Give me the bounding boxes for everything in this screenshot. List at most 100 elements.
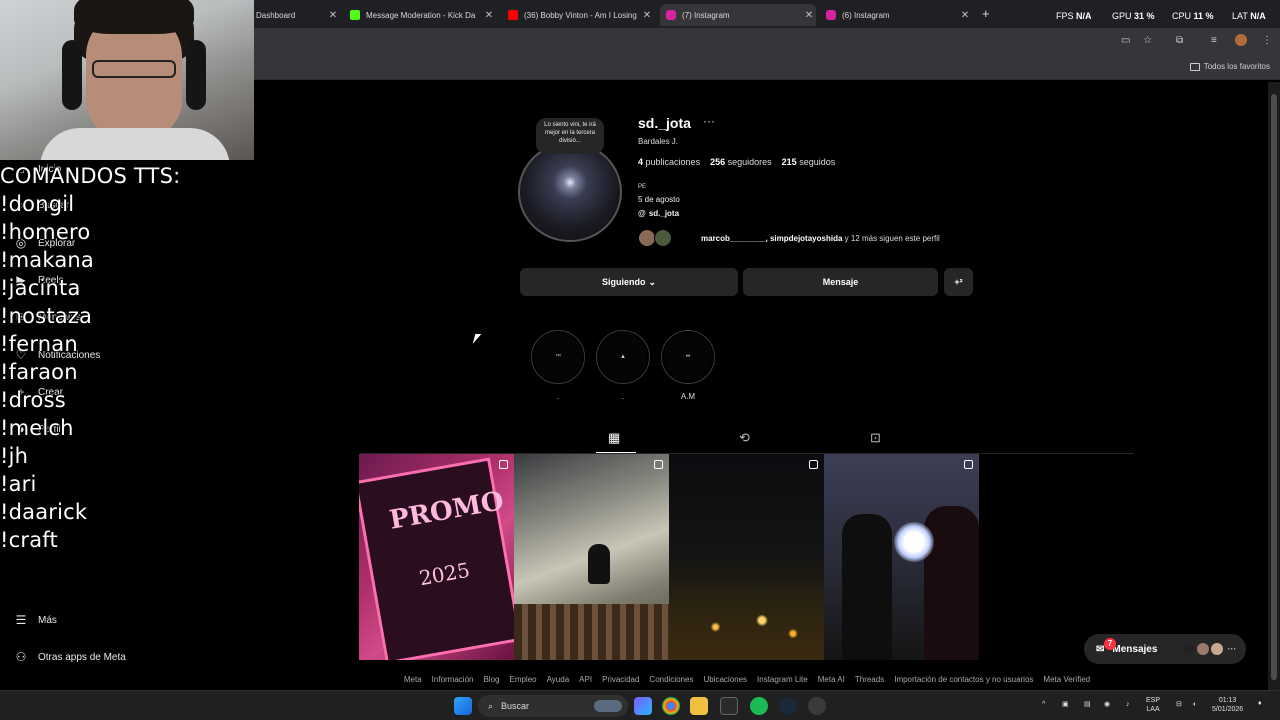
footer-link[interactable]: Ayuda	[547, 675, 570, 684]
options-icon[interactable]: ···	[703, 114, 715, 128]
tab-title: (6) Instagram	[842, 10, 890, 20]
store-icon[interactable]	[720, 697, 738, 715]
notifications-icon[interactable]: ♦	[1258, 699, 1262, 708]
footer-link[interactable]: Importación de contactos y no usuarios	[894, 675, 1033, 684]
tray-app-icon[interactable]: ▤	[1084, 700, 1091, 709]
cpu-value: 11 %	[1193, 11, 1214, 21]
footer-link[interactable]: Información	[432, 675, 474, 684]
clock[interactable]: 01:13 5/01/2026	[1212, 696, 1243, 714]
footer-link[interactable]: Instagram Lite	[757, 675, 808, 684]
spotify-icon[interactable]	[750, 697, 768, 715]
followed-by-names: marcob________, simpdejotayoshida	[701, 234, 843, 243]
star-icon[interactable]: ☆	[1143, 35, 1152, 46]
profile-full-name: Bardales J.	[638, 137, 679, 146]
microphone-icon[interactable]: ♪	[1126, 700, 1130, 709]
volume-icon[interactable]: ◖	[1192, 700, 1196, 709]
scrollbar-thumb[interactable]	[1271, 94, 1277, 680]
new-tab-button[interactable]: +	[982, 6, 990, 21]
following-label: Siguiendo	[601, 277, 646, 287]
messages-button[interactable]: ✉ 7 Mensajes ···	[1084, 634, 1246, 664]
post-thumbnail[interactable]	[669, 454, 824, 660]
following-stat[interactable]: 215 seguidos	[782, 157, 836, 167]
close-icon[interactable]: ✕	[802, 10, 816, 21]
tts-command: !jh	[0, 444, 29, 468]
extensions-icon[interactable]: ⧉	[1176, 35, 1183, 46]
tray-app-icon[interactable]: ▣	[1062, 700, 1069, 709]
cast-icon[interactable]: ▭	[1121, 35, 1130, 46]
copilot-icon[interactable]	[634, 697, 652, 715]
add-user-button[interactable]: +²	[944, 268, 973, 296]
highlight-cover: ▲	[599, 333, 647, 381]
carousel-icon	[809, 460, 818, 469]
posts-stat: 4 publicaciones	[638, 157, 700, 167]
footer-link[interactable]: Meta Verified	[1043, 675, 1090, 684]
tab-instagram[interactable]: (6) Instagram ✕	[820, 4, 972, 26]
close-icon[interactable]: ✕	[958, 10, 972, 21]
profile-username: sd._jota	[638, 115, 691, 131]
followers-stat[interactable]: 256 seguidores	[710, 157, 772, 167]
threads-link[interactable]: @ sd._jota	[638, 209, 679, 218]
tab-instagram-active[interactable]: (7) Instagram ✕	[660, 4, 816, 26]
sidebar-item-mas[interactable]: ☰ Más	[14, 613, 57, 627]
close-icon[interactable]: ✕	[640, 10, 654, 21]
highlight-label: A.M	[680, 392, 696, 401]
tab-dashboard[interactable]: Dashboard ✕	[248, 4, 340, 26]
followed-by[interactable]: marcob________, simpdejotayoshida y 12 m…	[701, 234, 940, 243]
post-thumbnail[interactable]	[824, 454, 979, 660]
footer-link[interactable]: Threads	[855, 675, 884, 684]
footer-link[interactable]: Ubicaciones	[703, 675, 747, 684]
post-thumbnail[interactable]	[514, 454, 669, 660]
tts-command: !jacinta	[0, 276, 81, 300]
tray-steam-icon[interactable]: ◉	[1104, 700, 1110, 709]
network-icon[interactable]: ⊟	[1176, 700, 1182, 709]
reels-tab-icon[interactable]: ⟲	[739, 430, 750, 446]
all-bookmarks-button[interactable]: Todos los favoritos	[1189, 62, 1270, 71]
close-icon[interactable]: ✕	[326, 10, 340, 21]
webcam-overlay	[0, 0, 254, 160]
app-icon[interactable]	[808, 697, 826, 715]
footer-link[interactable]: Blog	[483, 675, 499, 684]
lat-label: LAT	[1232, 11, 1248, 21]
footer-link[interactable]: Condiciones	[649, 675, 693, 684]
followers-count: 256	[710, 157, 726, 167]
all-bookmarks-label: Todos los favoritos	[1203, 62, 1270, 71]
footer-link[interactable]: Empleo	[509, 675, 536, 684]
footer-link[interactable]: Meta AI	[818, 675, 845, 684]
highlight[interactable]: ••	[661, 330, 715, 384]
close-icon[interactable]: ✕	[482, 10, 496, 21]
highlight[interactable]: ™	[531, 330, 585, 384]
chrome-icon[interactable]	[662, 697, 680, 715]
media-icon[interactable]: ≡	[1211, 35, 1217, 46]
tab-kick-moderation[interactable]: Message Moderation - Kick Da ✕	[344, 4, 496, 26]
tab-youtube[interactable]: (36) Bobby Vinton - Am I Losing ✕	[502, 4, 654, 26]
language-indicator[interactable]: ESP LAA	[1146, 696, 1160, 714]
tts-command: !ari	[0, 472, 37, 496]
grid-icon[interactable]: ▦	[608, 430, 620, 446]
kebab-menu-icon[interactable]: ⋮	[1262, 35, 1272, 46]
gpu-value: 31 %	[1134, 11, 1155, 21]
following-button[interactable]: Siguiendo ⌄	[520, 268, 738, 296]
followers-label: seguidores	[727, 157, 772, 167]
file-explorer-icon[interactable]	[690, 697, 708, 715]
footer-link[interactable]: Privacidad	[602, 675, 639, 684]
footer-link[interactable]: API	[579, 675, 592, 684]
search-highlight-icon	[594, 700, 622, 712]
post-thumbnail[interactable]: PROMO 2025	[359, 454, 514, 660]
tab-title: (36) Bobby Vinton - Am I Losing	[524, 10, 637, 20]
mouse-cursor-icon	[472, 334, 482, 344]
sidebar-item-meta-apps[interactable]: ⚇ Otras apps de Meta	[14, 650, 126, 664]
scrollbar[interactable]	[1268, 82, 1280, 690]
tagged-icon[interactable]: ⊡	[870, 430, 881, 446]
profile-note[interactable]: Lo siento vini, te irá mejor en la terce…	[536, 118, 604, 154]
fps-label: FPS	[1056, 11, 1074, 21]
carousel-icon	[499, 460, 508, 469]
taskbar-search[interactable]: ⌕ Buscar	[478, 695, 628, 717]
profile-avatar-icon[interactable]	[1235, 34, 1247, 46]
windows-start-icon[interactable]	[454, 697, 472, 715]
tray-chevron-icon[interactable]: ^	[1042, 700, 1045, 709]
message-button[interactable]: Mensaje	[743, 268, 938, 296]
steam-icon[interactable]	[779, 697, 797, 715]
highlight[interactable]: ▲	[596, 330, 650, 384]
footer-link[interactable]: Meta	[404, 675, 422, 684]
language-top: ESP	[1146, 697, 1161, 704]
